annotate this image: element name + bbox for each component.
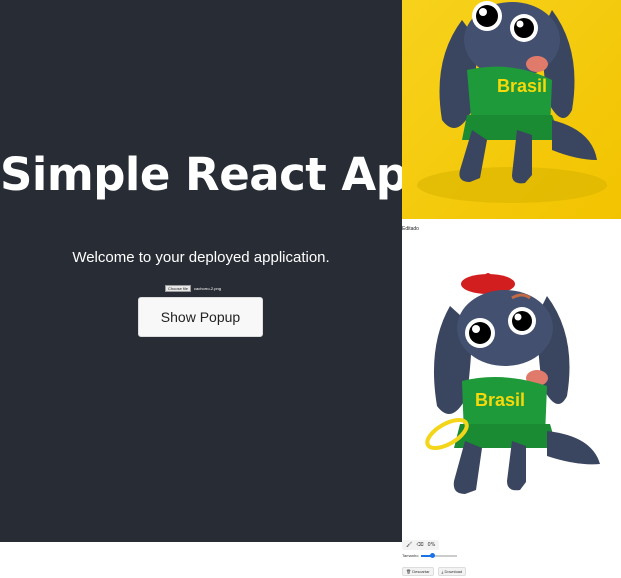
- app-panel: Simple React App Welcome to your deploye…: [0, 0, 402, 542]
- trash-icon: 🗑: [406, 569, 412, 574]
- shirt-text: Brasil: [497, 76, 547, 96]
- zoom-value: 0%: [427, 542, 436, 548]
- eraser-icon[interactable]: ⌫: [416, 542, 423, 548]
- size-label: Tamanho: [402, 553, 419, 558]
- show-popup-button[interactable]: Show Popup: [138, 297, 263, 337]
- file-input[interactable]: Choose file cachorro-2.png: [165, 285, 221, 292]
- dog-illustration: Brasil: [417, 1, 607, 203]
- choose-file-button[interactable]: Choose file: [165, 285, 192, 292]
- brush-icon[interactable]: 🖌: [406, 542, 412, 548]
- discard-label: Descartar: [412, 569, 430, 574]
- editor-actions: 🗑 Descartar ⤓ Download: [402, 567, 467, 576]
- edited-image[interactable]: Brasil: [402, 236, 621, 516]
- shirt-text-edited: Brasil: [475, 390, 525, 410]
- download-label: Download: [444, 569, 463, 574]
- discard-button[interactable]: 🗑 Descartar: [402, 567, 434, 576]
- editor-panel: Brasil Editado Brasil 🖌 ⌫ 0% Tamanho 🗑 D…: [402, 0, 621, 578]
- editor-toolbar: 🖌 ⌫ 0%: [402, 540, 440, 550]
- file-name: cachorro-2.png: [194, 286, 221, 291]
- size-control: Tamanho: [402, 552, 458, 558]
- edited-label: Editado: [402, 226, 419, 232]
- dog-illustration-edited: Brasil: [425, 273, 600, 494]
- download-button[interactable]: ⤓ Download: [437, 567, 467, 576]
- page-title: Simple React App: [0, 148, 402, 201]
- welcome-text: Welcome to your deployed application.: [72, 249, 330, 266]
- original-image: Brasil: [402, 0, 621, 219]
- size-slider[interactable]: [421, 552, 458, 558]
- size-slider-knob[interactable]: [429, 552, 435, 558]
